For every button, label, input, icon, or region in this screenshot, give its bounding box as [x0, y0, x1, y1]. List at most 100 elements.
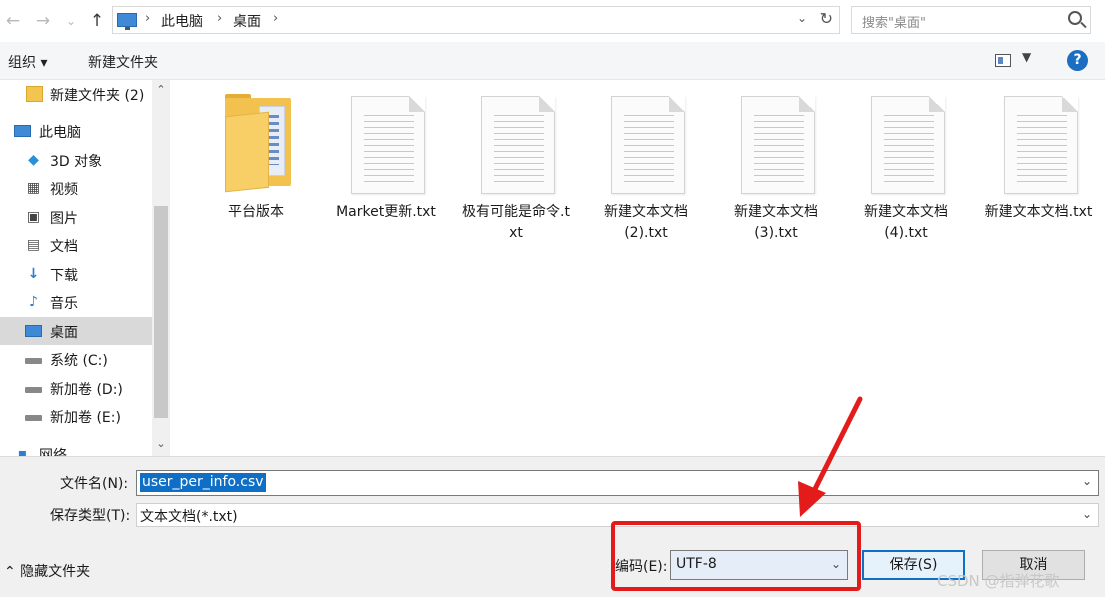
- file-item-folder[interactable]: 平台版本: [192, 94, 320, 223]
- scroll-up-icon[interactable]: ⌃: [152, 80, 170, 100]
- nav-item-pictures[interactable]: ▣ 图片: [0, 203, 152, 231]
- recent-locations-icon[interactable]: ⌄: [60, 10, 82, 32]
- hide-folders-toggle[interactable]: ⌃ 隐藏文件夹: [4, 561, 90, 581]
- nav-scrollbar[interactable]: ⌃ ⌄: [152, 80, 170, 456]
- folder-icon: [26, 86, 43, 102]
- file-name: 新建文本文档(4).txt: [864, 204, 948, 241]
- breadcrumb-desktop[interactable]: 桌面: [233, 11, 261, 31]
- file-item-txt[interactable]: 新建文本文档.txt: [972, 94, 1105, 223]
- watermark: CSDN @指弹花歌: [937, 572, 1060, 590]
- view-options-icon[interactable]: [995, 54, 1011, 67]
- file-name: 平台版本: [228, 204, 284, 220]
- chevron-down-icon[interactable]: ⌄: [1082, 507, 1092, 521]
- address-row: ← → ⌄ ↑ › 此电脑 › 桌面 › ⌄ ↻ 搜索"桌面": [0, 0, 1105, 42]
- breadcrumb-this-pc[interactable]: 此电脑: [161, 11, 203, 31]
- new-folder-button[interactable]: 新建文件夹: [88, 52, 158, 72]
- video-icon: ▦: [26, 180, 41, 196]
- drive-icon: [25, 387, 42, 393]
- file-item-txt[interactable]: Market更新.txt: [322, 94, 450, 223]
- file-item-txt[interactable]: 新建文本文档(2).txt: [582, 94, 710, 244]
- chevron-right-icon[interactable]: ›: [145, 11, 150, 26]
- help-icon[interactable]: ?: [1067, 50, 1088, 71]
- folder-icon: [217, 94, 295, 196]
- nav-item-label: 桌面: [50, 325, 78, 341]
- download-icon: ↓: [27, 266, 40, 282]
- filetype-value: 文本文档(*.txt): [140, 509, 238, 525]
- search-icon[interactable]: [1068, 11, 1082, 25]
- file-name: 极有可能是命令.txt: [462, 204, 570, 241]
- file-item-txt[interactable]: 新建文本文档(4).txt: [842, 94, 970, 244]
- nav-item-label: 新加卷 (E:): [50, 410, 121, 426]
- text-file-icon: [477, 94, 555, 196]
- refresh-icon[interactable]: ↻: [820, 9, 833, 28]
- address-bar[interactable]: › 此电脑 › 桌面 › ⌄ ↻: [112, 6, 840, 34]
- nav-item-this-pc[interactable]: 此电脑: [0, 117, 152, 145]
- nav-item-label: 文档: [50, 239, 78, 255]
- nav-item-music[interactable]: ♪ 音乐: [0, 288, 152, 316]
- navigation-pane[interactable]: 新建文件夹 (2) 此电脑 ◆ 3D 对象 ▦ 视频 ▣ 图片 ▤ 文档 ↓ 下…: [0, 80, 170, 456]
- picture-icon: ▣: [26, 209, 41, 225]
- drive-icon: [25, 415, 42, 421]
- organize-button[interactable]: 组织 ▾: [8, 52, 47, 72]
- nav-item-label: 3D 对象: [50, 154, 103, 170]
- drive-icon: [25, 358, 42, 364]
- music-icon: ♪: [29, 294, 38, 310]
- nav-item-label: 音乐: [50, 296, 78, 312]
- nav-item-videos[interactable]: ▦ 视频: [0, 174, 152, 202]
- annotation-highlight-box: [611, 521, 861, 591]
- file-item-txt[interactable]: 极有可能是命令.txt: [452, 94, 580, 244]
- filename-field[interactable]: user_per_info.csv ⌄: [136, 470, 1099, 496]
- file-list[interactable]: 平台版本 Market更新.txt 极有可能是命令.txt 新建文本文档(2).…: [170, 80, 1105, 456]
- chevron-right-icon[interactable]: ›: [217, 11, 222, 26]
- file-name: 新建文本文档(3).txt: [734, 204, 818, 241]
- nav-item-network[interactable]: ▪ 网络: [0, 440, 152, 456]
- computer-icon: [117, 13, 137, 30]
- filename-label: 文件名(N):: [60, 476, 129, 492]
- back-arrow-icon[interactable]: ←: [2, 10, 24, 32]
- cube-icon: ◆: [28, 152, 39, 168]
- nav-item-downloads[interactable]: ↓ 下载: [0, 260, 152, 288]
- nav-item-new-folder-2[interactable]: 新建文件夹 (2): [0, 80, 152, 108]
- search-input[interactable]: 搜索"桌面": [851, 6, 1091, 34]
- chevron-right-icon[interactable]: ›: [273, 11, 278, 26]
- nav-item-label: 新建文件夹 (2): [50, 88, 145, 104]
- chevron-down-icon[interactable]: ▼: [1022, 50, 1031, 64]
- up-arrow-icon[interactable]: ↑: [86, 10, 108, 32]
- scrollbar-thumb[interactable]: [154, 206, 168, 418]
- network-icon: ▪: [17, 446, 28, 456]
- text-file-icon: [607, 94, 685, 196]
- file-name: 新建文本文档.txt: [984, 204, 1093, 220]
- text-file-icon: [1000, 94, 1078, 196]
- search-placeholder: 搜索"桌面": [862, 16, 926, 31]
- text-file-icon: [347, 94, 425, 196]
- nav-item-drive-d[interactable]: 新加卷 (D:): [0, 374, 152, 402]
- nav-item-label: 系统 (C:): [50, 353, 108, 369]
- filetype-label: 保存类型(T):: [50, 508, 131, 524]
- text-file-icon: [737, 94, 815, 196]
- nav-item-desktop[interactable]: 桌面: [0, 317, 152, 345]
- file-name: 新建文本文档(2).txt: [604, 204, 688, 241]
- annotation-arrow-icon: [798, 396, 863, 517]
- nav-item-drive-c[interactable]: 系统 (C:): [0, 345, 152, 373]
- nav-item-label: 下载: [50, 268, 78, 284]
- scroll-down-icon[interactable]: ⌄: [152, 434, 170, 454]
- computer-icon: [14, 125, 31, 137]
- chevron-down-icon[interactable]: ⌄: [797, 11, 807, 25]
- file-item-txt[interactable]: 新建文本文档(3).txt: [712, 94, 840, 244]
- forward-arrow-icon[interactable]: →: [32, 10, 54, 32]
- nav-item-label: 视频: [50, 182, 78, 198]
- filename-value: user_per_info.csv: [140, 473, 266, 492]
- nav-item-documents[interactable]: ▤ 文档: [0, 231, 152, 259]
- nav-item-label: 图片: [50, 211, 78, 227]
- chevron-down-icon[interactable]: ⌄: [1082, 474, 1092, 488]
- nav-item-label: 网络: [39, 448, 67, 456]
- nav-item-drive-e[interactable]: 新加卷 (E:): [0, 402, 152, 430]
- desktop-icon: [25, 325, 42, 337]
- command-toolbar: 组织 ▾ 新建文件夹 ▼ ?: [0, 42, 1105, 80]
- text-file-icon: [867, 94, 945, 196]
- nav-item-3d-objects[interactable]: ◆ 3D 对象: [0, 146, 152, 174]
- nav-item-label: 新加卷 (D:): [50, 382, 123, 398]
- file-name: Market更新.txt: [336, 204, 436, 220]
- document-icon: ▤: [26, 237, 41, 253]
- nav-item-label: 此电脑: [39, 125, 81, 141]
